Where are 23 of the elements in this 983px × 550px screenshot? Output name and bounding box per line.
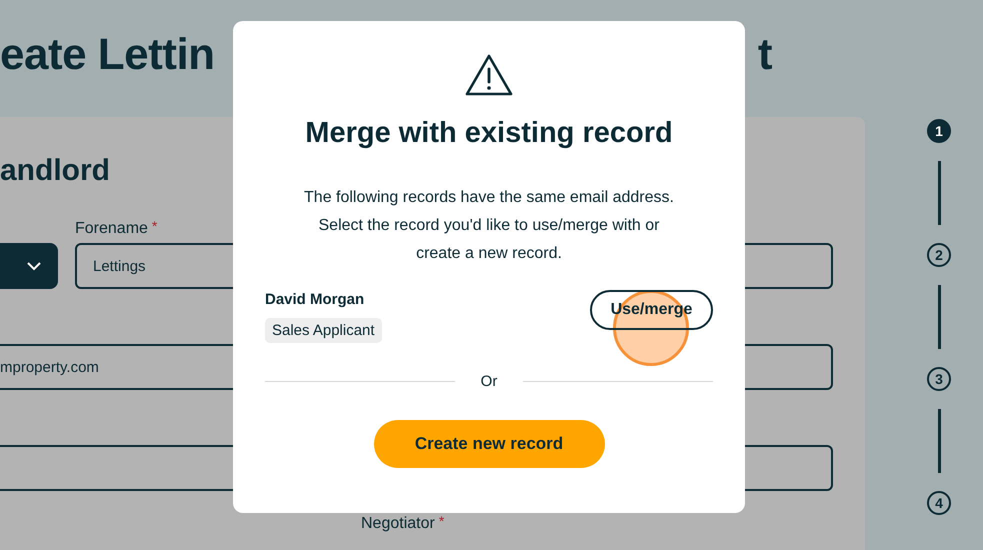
step-indicator[interactable]: 3 bbox=[927, 367, 951, 391]
required-mark: * bbox=[438, 514, 444, 531]
create-record-button[interactable]: Create new record bbox=[374, 420, 604, 468]
field-value: mproperty.com bbox=[0, 358, 99, 376]
field-label: Forename bbox=[75, 219, 148, 239]
warning-icon bbox=[464, 53, 514, 97]
chevron-down-icon bbox=[27, 262, 41, 270]
record-name: David Morgan bbox=[265, 290, 366, 310]
page-title: eate Lettin bbox=[0, 30, 215, 80]
dropdown-button[interactable] bbox=[0, 243, 58, 289]
record-type-tag: Sales Applicant bbox=[265, 318, 382, 343]
step-indicator[interactable]: 1 bbox=[927, 119, 951, 143]
dialog-title: Merge with existing record bbox=[305, 117, 673, 150]
field-value: Lettings bbox=[93, 258, 146, 274]
field-label: Negotiator bbox=[361, 514, 435, 534]
section-heading: andlord bbox=[0, 153, 111, 189]
step-indicator[interactable]: 2 bbox=[927, 243, 951, 267]
required-mark: * bbox=[152, 219, 158, 236]
separator-label: Or bbox=[480, 373, 498, 390]
page-title: t bbox=[758, 30, 772, 80]
step-indicator[interactable]: 4 bbox=[927, 491, 951, 515]
use-merge-button[interactable]: Use/merge bbox=[590, 290, 713, 330]
dialog-message: The following records have the same email address. Select the record you'd like to use/merge with or create a new record. bbox=[304, 188, 674, 264]
